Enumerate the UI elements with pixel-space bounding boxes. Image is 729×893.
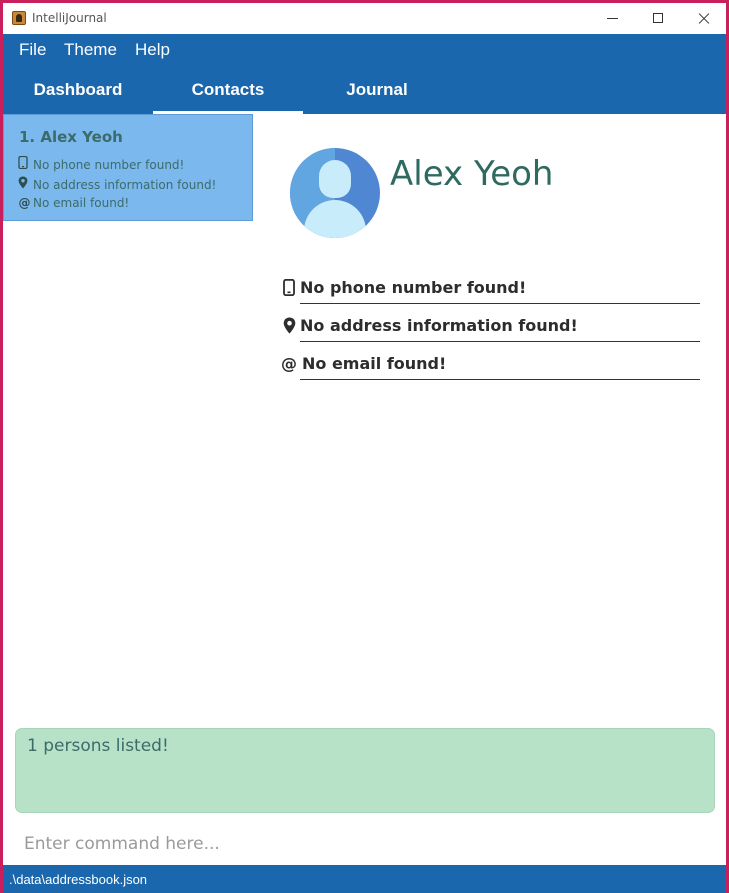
- minimize-icon: [607, 18, 618, 19]
- detail-email: No email found!: [302, 354, 447, 373]
- map-pin-icon: [18, 176, 31, 189]
- maximize-button[interactable]: [635, 3, 681, 34]
- contact-card-name: 1. Alex Yeoh: [19, 128, 123, 146]
- at-icon: @: [281, 354, 297, 373]
- divider: [300, 341, 700, 342]
- app-header: File Theme Help Dashboard Contacts Journ…: [3, 34, 726, 114]
- status-bar: .\data\addressbook.json: [3, 865, 726, 893]
- window-title: IntelliJournal: [32, 11, 107, 25]
- menu-file[interactable]: File: [19, 40, 46, 60]
- detail-email-row: @ No email found!: [280, 347, 704, 383]
- avatar: [290, 148, 380, 238]
- maximize-icon: [653, 13, 663, 23]
- app-icon: [12, 11, 26, 25]
- phone-icon: [18, 156, 31, 169]
- detail-address: No address information found!: [300, 316, 578, 335]
- detail-phone: No phone number found!: [300, 278, 527, 297]
- at-icon: @: [18, 196, 31, 210]
- minimize-button[interactable]: [590, 3, 636, 34]
- result-message: 1 persons listed!: [27, 736, 169, 756]
- app-window: IntelliJournal File Theme Help Dashboard…: [3, 3, 726, 893]
- contact-list: 1. Alex Yeoh No phone number found! No a…: [3, 114, 253, 724]
- divider: [300, 303, 700, 304]
- tab-journal[interactable]: Journal: [302, 72, 452, 114]
- contact-card-address: No address information found!: [18, 176, 216, 192]
- detail-address-row: No address information found!: [280, 309, 704, 345]
- result-display: 1 persons listed!: [15, 728, 715, 813]
- command-input[interactable]: [13, 828, 713, 860]
- tab-dashboard[interactable]: Dashboard: [3, 72, 153, 114]
- contact-card-phone: No phone number found!: [18, 156, 184, 172]
- close-button[interactable]: [681, 3, 727, 34]
- save-location: .\data\addressbook.json: [9, 872, 148, 887]
- map-pin-icon: [280, 316, 298, 334]
- divider: [300, 379, 700, 380]
- detail-phone-row: No phone number found!: [280, 271, 704, 307]
- contact-name-heading: Alex Yeoh: [390, 154, 554, 194]
- phone-icon: [280, 278, 298, 296]
- menu-theme[interactable]: Theme: [64, 40, 117, 60]
- contact-card[interactable]: 1. Alex Yeoh No phone number found! No a…: [3, 114, 253, 221]
- tab-contacts[interactable]: Contacts: [153, 72, 303, 114]
- title-bar: IntelliJournal: [3, 3, 726, 34]
- contact-card-email: @ No email found!: [18, 196, 130, 210]
- menu-help[interactable]: Help: [135, 40, 170, 60]
